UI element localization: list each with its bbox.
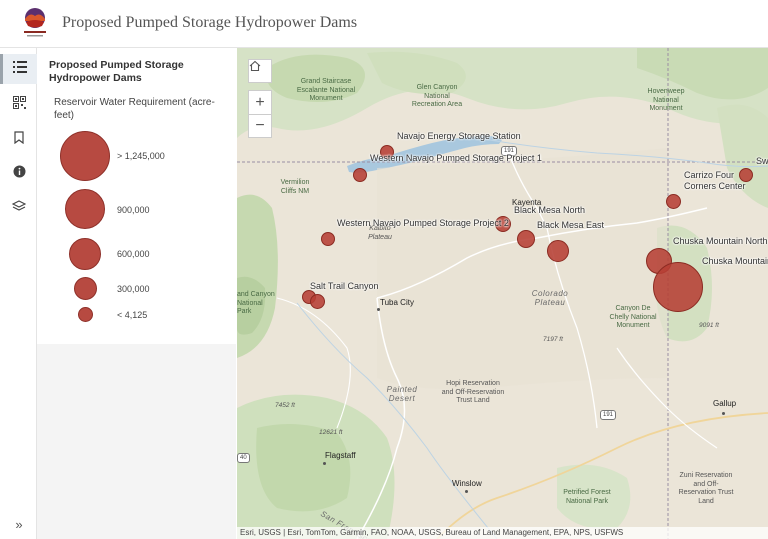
dam-label: Chuska Mountain (702, 256, 768, 266)
left-toolbar: » (0, 48, 37, 539)
dam-label: Sw (756, 156, 768, 166)
elevation-label: 7452 ft (275, 402, 295, 409)
dam-label: Salt Trail Canyon (310, 281, 379, 291)
dam-label: Carrizo Four Corners Center (684, 170, 746, 191)
home-button[interactable] (248, 59, 272, 83)
place-label: and Canyon National Park (237, 291, 275, 315)
legend-symbol-small (74, 277, 97, 300)
share-qr-button[interactable] (4, 90, 34, 120)
legend-symbol-medium (69, 238, 101, 270)
dam-label: Chuska Mountain North (673, 236, 768, 246)
place-label: Canyon De Chelly National Monument (609, 305, 657, 329)
town-label: Flagstaff (325, 451, 356, 460)
dam-label: Western Navajo Pumped Storage Project 1 (370, 153, 542, 163)
dam-label: Western Navajo Pumped Storage Project 2 (337, 218, 509, 228)
route-shield: 191 (600, 410, 617, 420)
dam-symbol[interactable] (517, 230, 535, 248)
grand-canyon-trust-logo (20, 6, 50, 42)
dam-label: Navajo Energy Storage Station (397, 131, 521, 141)
dam-label: Black Mesa East (537, 220, 605, 230)
legend-class-label: > 1,245,000 (117, 151, 165, 161)
legend-symbol-smallest (78, 307, 93, 322)
expand-panel-button[interactable]: » (4, 512, 34, 536)
dam-symbol[interactable] (310, 294, 325, 309)
legend-list-icon (13, 60, 27, 78)
town-label: Winslow (452, 479, 482, 488)
legend-layer-title: Proposed Pumped Storage Hydropower Dams (49, 59, 184, 84)
town-dot (465, 490, 468, 493)
zoom-in-button[interactable]: + (248, 90, 272, 114)
dam-label: Black Mesa North (514, 205, 586, 215)
dam-symbol[interactable] (321, 232, 335, 246)
elevation-label: 7197 ft (543, 336, 563, 343)
region-label: Painted Desert (386, 385, 418, 403)
dam-symbol[interactable] (547, 240, 569, 262)
layers-icon (11, 200, 27, 218)
town-dot (323, 462, 326, 465)
dam-symbol[interactable] (653, 262, 703, 312)
legend-class-label: 900,000 (117, 205, 150, 215)
place-label: Hovenweep National Monument (647, 88, 685, 112)
place-label: Hopi Reservation and Off-Reservation Tru… (441, 380, 505, 404)
about-button[interactable] (4, 159, 34, 189)
dam-symbol[interactable] (353, 168, 367, 182)
legend-class-label: 300,000 (117, 284, 150, 294)
legend-symbol-large (65, 189, 105, 229)
town-dot (377, 308, 380, 311)
qr-code-icon (12, 96, 26, 114)
place-label: Glen Canyon National Recreation Area (411, 84, 463, 108)
legend-field-heading: Reservoir Water Requirement (acre-feet) (54, 97, 215, 121)
legend-class-label: 600,000 (117, 249, 150, 259)
legend-class-label: < 4,125 (117, 310, 148, 320)
legend-panel: Proposed Pumped Storage Hydropower Dams … (37, 48, 236, 539)
app-header: Proposed Pumped Storage Hydropower Dams (0, 0, 768, 48)
app-title: Proposed Pumped Storage Hydropower Dams (62, 14, 358, 31)
zoom-out-button[interactable]: − (248, 114, 272, 138)
dam-symbol[interactable] (666, 194, 681, 209)
layers-button[interactable] (4, 194, 34, 224)
bookmark-icon (14, 131, 24, 149)
map-view[interactable]: + − Grand Staircase Escalante National M… (237, 48, 768, 539)
town-label: Gallup (713, 399, 737, 408)
place-label: Zuni Reservation and Off-Reservation Tru… (678, 472, 734, 505)
elevation-label: 12621 ft (319, 429, 343, 436)
legend-symbol-largest (60, 131, 110, 181)
place-label: Vermilion Cliffs NM (280, 179, 310, 195)
elevation-label: 9091 ft (699, 322, 719, 329)
bookmarks-button[interactable] (4, 125, 34, 155)
place-label: Grand Staircase Escalante National Monum… (296, 78, 356, 102)
map-attribution[interactable]: Esri, USGS | Esri, TomTom, Garmin, FAO, … (237, 527, 768, 539)
town-label: Tuba City (380, 298, 414, 307)
route-shield: 40 (237, 453, 250, 463)
legend-card: Proposed Pumped Storage Hydropower Dams … (37, 48, 236, 344)
region-label: Colorado Plateau (531, 289, 569, 307)
place-label: Petrified Forest National Park (563, 489, 611, 505)
info-icon (13, 165, 26, 183)
town-dot (722, 412, 725, 415)
legend-button[interactable] (0, 54, 37, 84)
